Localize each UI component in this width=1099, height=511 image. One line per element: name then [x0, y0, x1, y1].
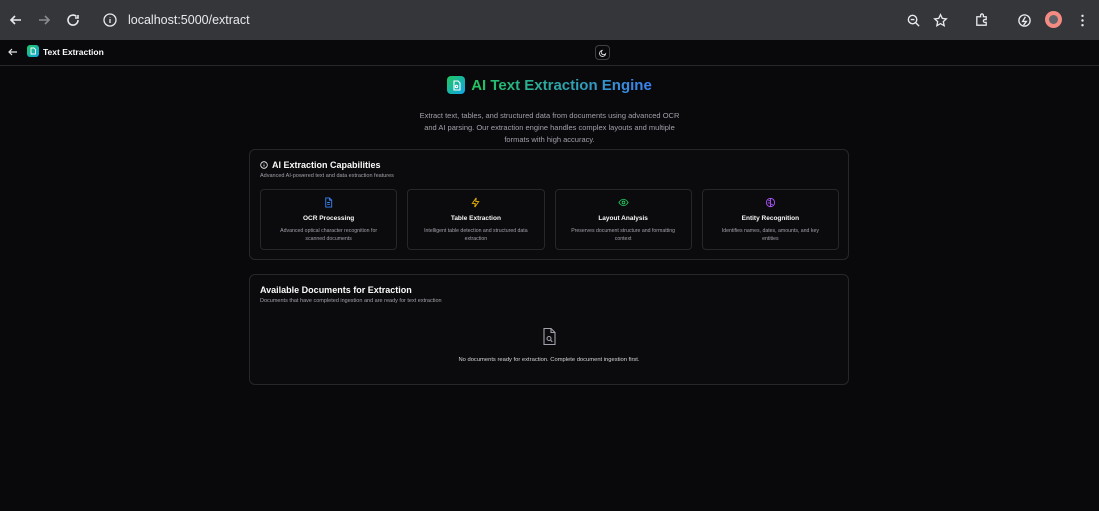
capability-name: OCR Processing — [302, 215, 355, 222]
capability-desc: Identifies names, dates, amounts, and ke… — [721, 228, 819, 242]
capability-desc: Advanced optical character recognition f… — [280, 228, 378, 242]
capability-name: Entity Recognition — [741, 215, 800, 222]
capability-layout: Layout Analysis Preserves document struc… — [554, 189, 692, 250]
capabilities-card: AI Extraction Capabilities Advanced AI-p… — [249, 149, 849, 260]
brain-icon — [703, 197, 838, 209]
extensions-icon[interactable] — [972, 11, 990, 29]
documents-card: Available Documents for Extraction Docum… — [249, 274, 849, 385]
capability-name: Table Extraction — [450, 215, 501, 222]
capabilities-grid: OCR Processing Advanced optical characte… — [260, 189, 839, 250]
page-title: AI Text Extraction Engine — [447, 76, 652, 94]
capability-desc: Intelligent table detection and structur… — [424, 228, 528, 242]
page-title-text: AI Text Extraction Engine — [471, 76, 652, 94]
zap-icon — [408, 197, 543, 209]
eye-icon — [556, 197, 691, 209]
documents-title: Available Documents for Extraction — [260, 285, 412, 295]
capability-entity: Entity Recognition Identifies names, dat… — [701, 189, 839, 250]
moon-icon — [598, 49, 606, 57]
site-info-icon[interactable] — [102, 12, 118, 28]
capabilities-title-text: AI Extraction Capabilities — [272, 160, 381, 170]
app-header: Text Extraction — [0, 40, 1099, 66]
performance-icon[interactable] — [1015, 11, 1033, 29]
theme-toggle-button[interactable] — [595, 45, 610, 60]
back-arrow-icon[interactable] — [7, 46, 19, 58]
file-scan-icon — [447, 76, 466, 94]
address-bar[interactable]: localhost:5000/extract — [96, 6, 958, 34]
hero-section: AI Text Extraction Engine Extract text, … — [0, 76, 1099, 146]
file-search-icon — [542, 327, 556, 346]
empty-state: No documents ready for extraction. Compl… — [250, 327, 848, 363]
reload-icon[interactable] — [62, 9, 84, 31]
capability-ocr: OCR Processing Advanced optical characte… — [260, 189, 398, 250]
back-arrow-icon[interactable] — [5, 9, 27, 31]
capability-table: Table Extraction Intelligent table detec… — [407, 189, 545, 250]
url-text[interactable]: localhost:5000/extract — [128, 13, 250, 27]
info-icon — [260, 161, 268, 169]
browser-toolbar: localhost:5000/extract — [0, 0, 1099, 40]
capabilities-subtitle: Advanced AI-powered text and data extrac… — [260, 173, 394, 179]
more-menu-icon[interactable] — [1073, 11, 1091, 29]
empty-state-text: No documents ready for extraction. Compl… — [458, 357, 640, 363]
app-logo-icon — [27, 45, 39, 57]
zoom-icon[interactable] — [904, 11, 922, 29]
forward-arrow-icon[interactable] — [33, 9, 55, 31]
capability-desc: Preserves document structure and formatt… — [571, 228, 676, 242]
capabilities-title: AI Extraction Capabilities — [260, 160, 381, 170]
app-title: Text Extraction — [43, 47, 104, 57]
file-text-icon — [261, 197, 396, 209]
documents-subtitle: Documents that have completed ingestion … — [260, 298, 442, 304]
capability-name: Layout Analysis — [598, 215, 648, 222]
profile-avatar[interactable] — [1045, 11, 1062, 28]
bookmark-star-icon[interactable] — [931, 11, 949, 29]
page-description: Extract text, tables, and structured dat… — [419, 110, 680, 144]
